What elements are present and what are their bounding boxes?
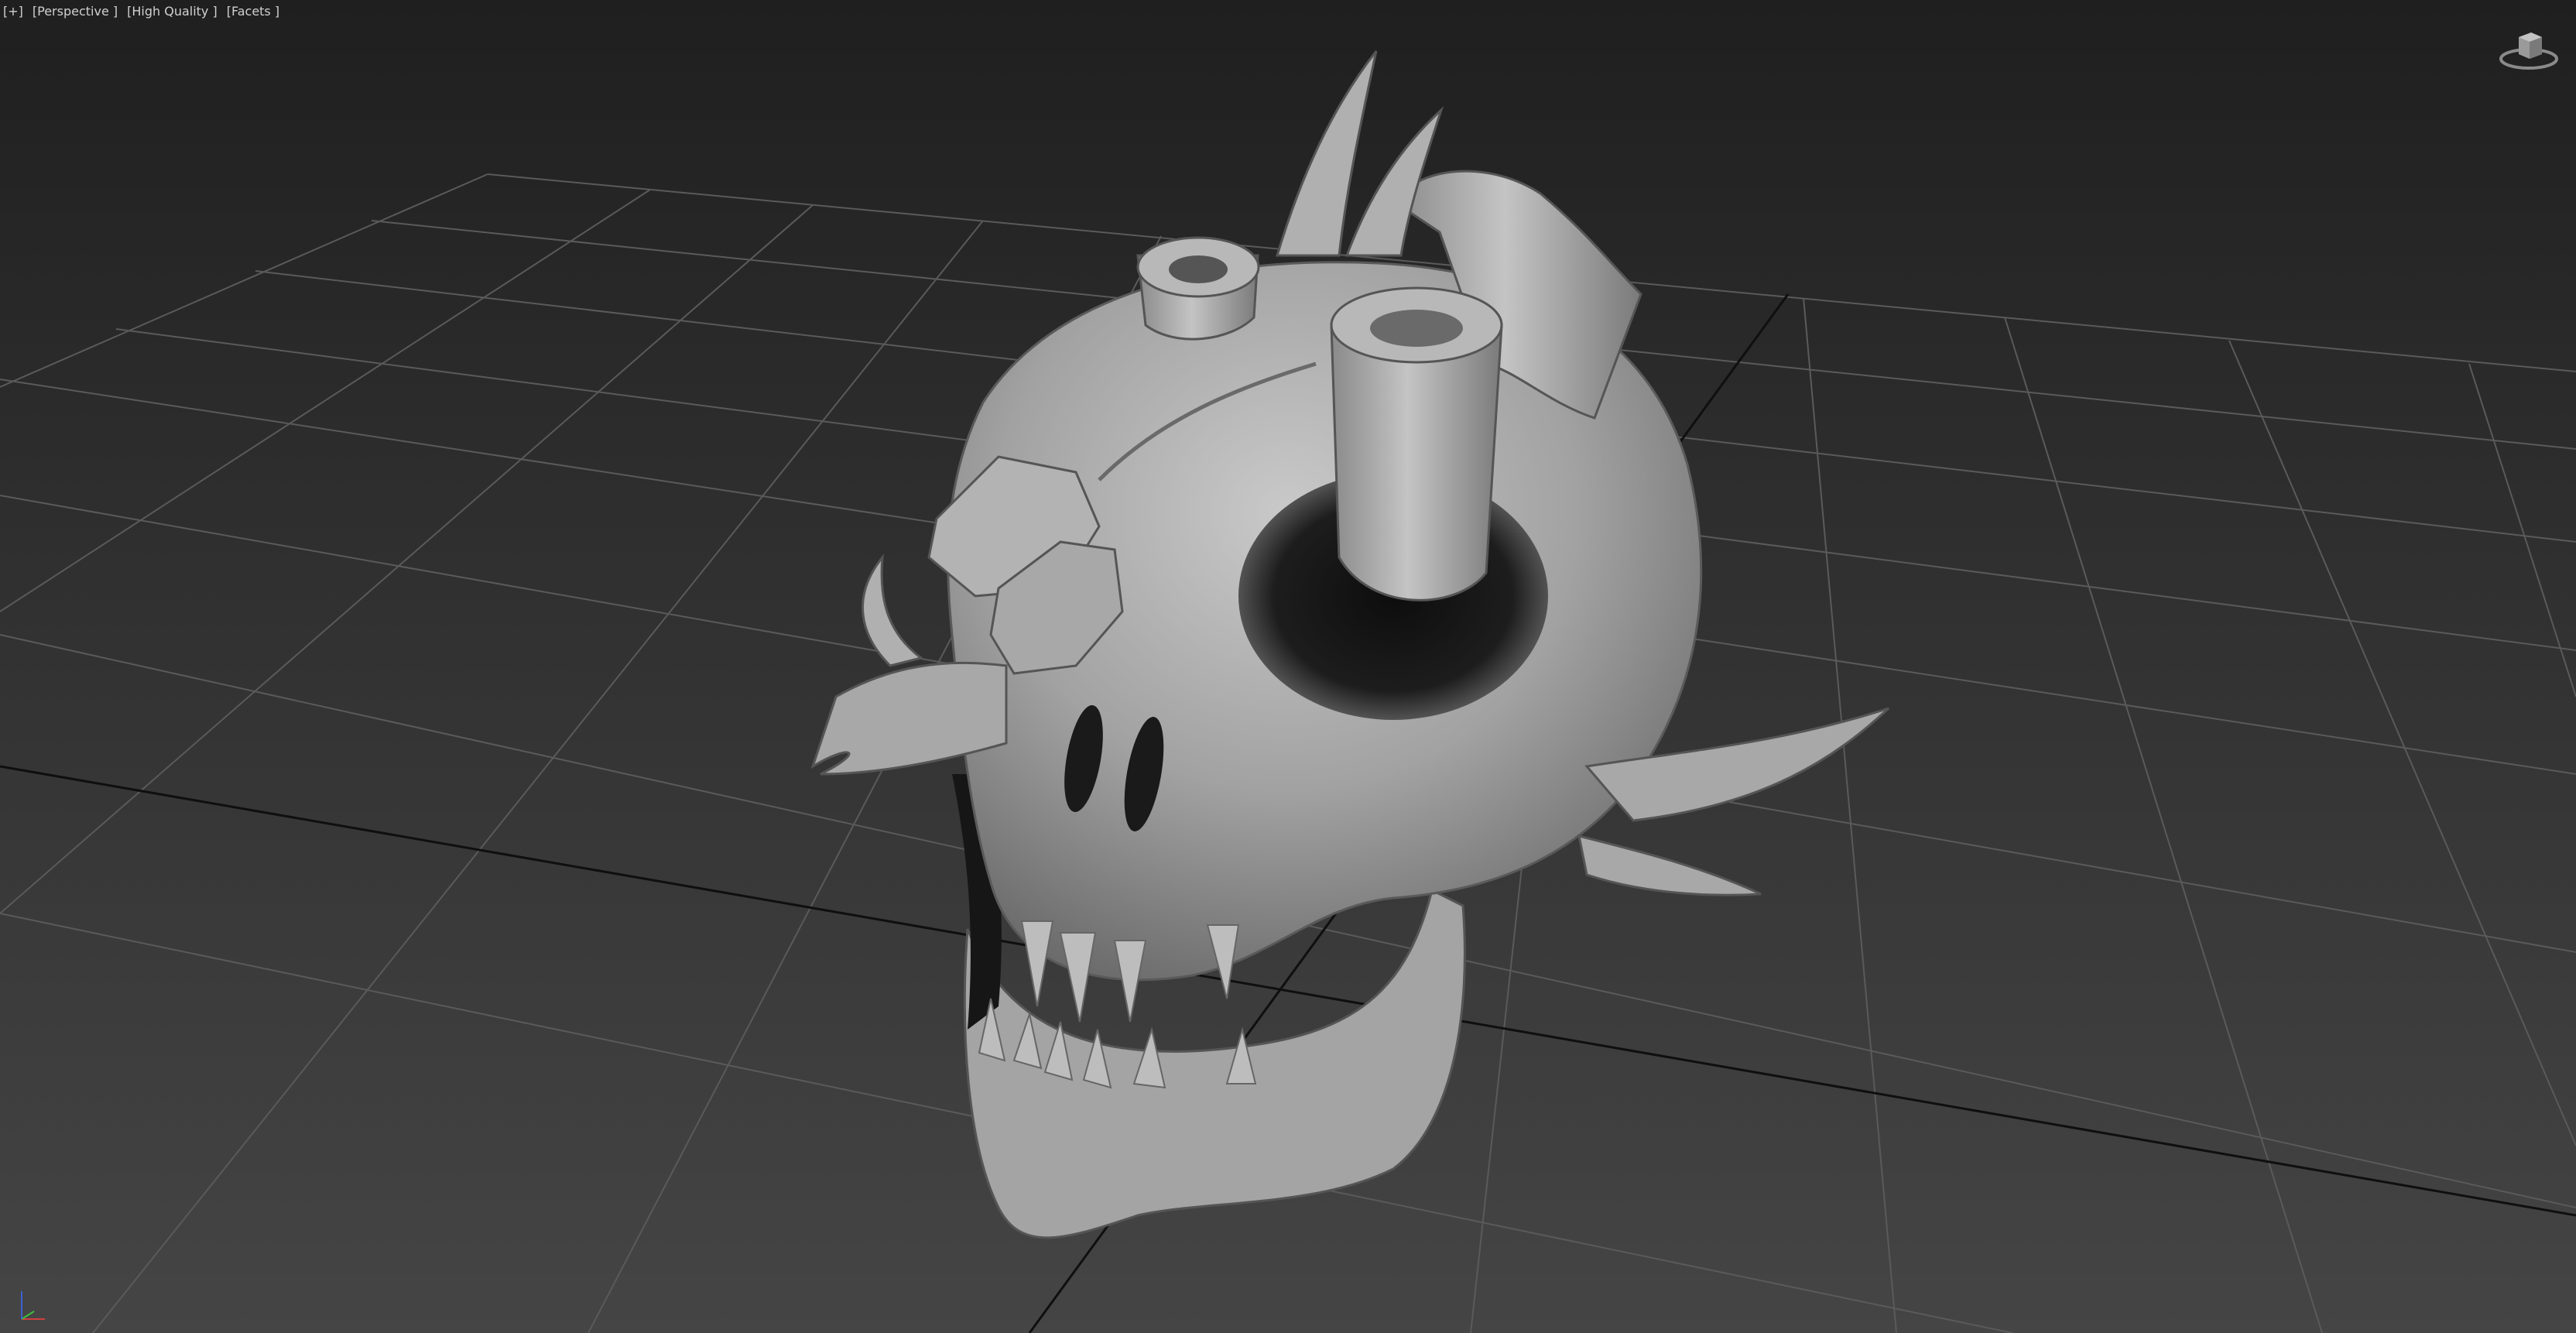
viewport-scene bbox=[0, 50, 2576, 1333]
axis-tripod-icon bbox=[21, 1291, 45, 1320]
axis-tripod bbox=[11, 1283, 53, 1325]
viewcube-icon bbox=[2499, 33, 2558, 70]
top-tube-large bbox=[1330, 324, 1503, 601]
side-spike-right-lower bbox=[1577, 834, 1762, 896]
viewcube[interactable] bbox=[2496, 22, 2562, 76]
perspective-viewport[interactable]: [+] [Perspective ] [High Quality ] [Face… bbox=[0, 0, 2576, 1333]
